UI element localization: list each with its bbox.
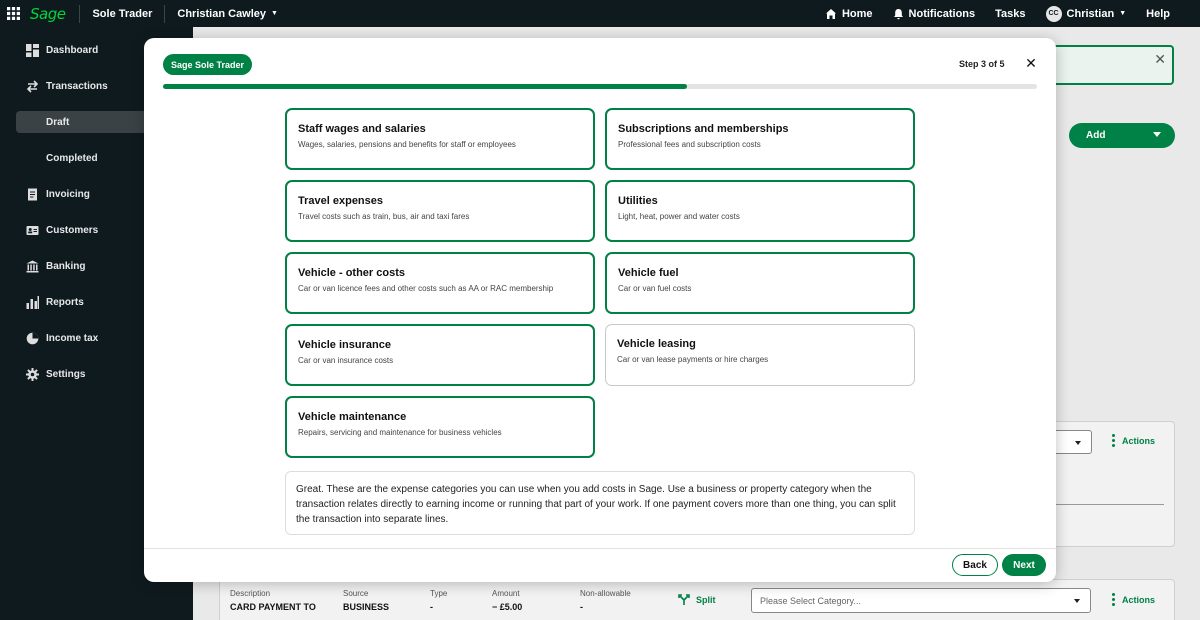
category-card[interactable]: Subscriptions and memberships Profession… bbox=[605, 108, 915, 170]
category-card-title: Utilities bbox=[618, 195, 658, 207]
category-card-title: Vehicle insurance bbox=[298, 339, 391, 351]
category-card-description: Repairs, servicing and maintenance for b… bbox=[298, 428, 502, 437]
next-button[interactable]: Next bbox=[1002, 554, 1046, 576]
category-card-title: Vehicle - other costs bbox=[298, 267, 405, 279]
close-icon[interactable]: ✕ bbox=[1024, 55, 1038, 71]
category-card[interactable]: Utilities Light, heat, power and water c… bbox=[605, 180, 915, 242]
category-card-description: Professional fees and subscription costs bbox=[618, 140, 761, 149]
category-card-description: Car or van lease payments or hire charge… bbox=[617, 355, 769, 364]
category-card-title: Vehicle fuel bbox=[618, 267, 679, 279]
category-card-title: Travel expenses bbox=[298, 195, 384, 207]
category-card-description: Car or van insurance costs bbox=[298, 356, 394, 365]
category-card-description: Car or van fuel costs bbox=[618, 284, 692, 293]
category-card-description: Travel costs such as train, bus, air and… bbox=[298, 212, 470, 221]
category-card[interactable]: Staff wages and salaries Wages, salaries… bbox=[285, 108, 595, 170]
category-card-description: Car or van licence fees and other costs … bbox=[298, 284, 554, 293]
category-card-description: Light, heat, power and water costs bbox=[618, 212, 740, 221]
info-message: Great. These are the expense categories … bbox=[285, 471, 915, 535]
product-badge: Sage Sole Trader bbox=[163, 54, 253, 75]
step-indicator: Step 3 of 5 bbox=[959, 59, 1005, 69]
progress-bar-fill bbox=[163, 84, 688, 89]
modal-header: Sage Sole Trader Step 3 of 5 ✕ bbox=[144, 38, 1056, 94]
category-card-title: Vehicle maintenance bbox=[298, 411, 407, 423]
category-card[interactable]: Travel expenses Travel costs such as tra… bbox=[285, 180, 595, 242]
modal-footer: Back Next bbox=[144, 548, 1056, 582]
progress-bar bbox=[163, 84, 1037, 89]
category-card-title: Subscriptions and memberships bbox=[618, 123, 789, 135]
category-card[interactable]: Vehicle leasing Car or van lease payment… bbox=[605, 324, 915, 386]
category-card[interactable]: Vehicle maintenance Repairs, servicing a… bbox=[285, 396, 595, 458]
category-card-title: Vehicle leasing bbox=[617, 338, 696, 350]
category-card-title: Staff wages and salaries bbox=[298, 123, 426, 135]
category-card-description: Wages, salaries, pensions and benefits f… bbox=[298, 140, 516, 149]
category-card[interactable]: Vehicle insurance Car or van insurance c… bbox=[285, 324, 595, 386]
category-card[interactable]: Vehicle - other costs Car or van licence… bbox=[285, 252, 595, 314]
setup-wizard-modal: Sage Sole Trader Step 3 of 5 ✕ Staff wag… bbox=[144, 38, 1056, 582]
back-button[interactable]: Back bbox=[952, 554, 998, 576]
category-card[interactable]: Vehicle fuel Car or van fuel costs bbox=[605, 252, 915, 314]
